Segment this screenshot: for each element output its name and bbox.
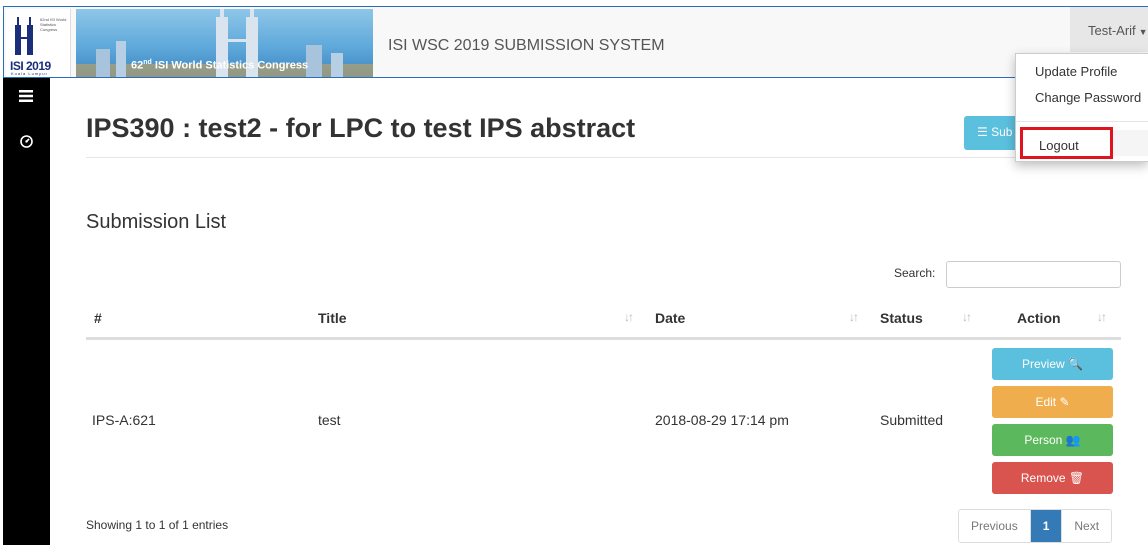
sort-icon[interactable]: ↓↑ bbox=[624, 310, 634, 324]
user-menu-toggle[interactable]: Test-Arif ▼ bbox=[1070, 7, 1148, 52]
dropdown-hover-bg bbox=[1113, 130, 1148, 156]
sort-icon[interactable]: ↓↑ bbox=[1097, 310, 1107, 324]
remove-button-label: Remove bbox=[1020, 471, 1066, 485]
logo-subtext: Kuala Lumpur bbox=[11, 71, 48, 76]
app-title: ISI WSC 2019 SUBMISSION SYSTEM bbox=[388, 37, 665, 54]
person-button[interactable]: Person 👥 bbox=[992, 424, 1113, 456]
preview-button[interactable]: Preview 🔍 bbox=[992, 348, 1113, 380]
cell-title: test bbox=[318, 412, 341, 428]
person-button-label: Person bbox=[1024, 433, 1063, 447]
pagination-page-1[interactable]: 1 bbox=[1030, 510, 1063, 542]
remove-button[interactable]: Remove 🗑 bbox=[992, 462, 1113, 494]
list-icon: ☰ bbox=[977, 125, 988, 139]
sidebar bbox=[3, 78, 50, 545]
column-header-number[interactable]: # bbox=[94, 310, 102, 326]
edit-icon: ✎ bbox=[1059, 395, 1070, 409]
preview-button-label: Preview bbox=[1022, 357, 1065, 371]
column-header-date[interactable]: Date bbox=[655, 310, 685, 326]
sort-icon[interactable]: ↓↑ bbox=[849, 310, 859, 324]
table-info: Showing 1 to 1 of 1 entries bbox=[86, 518, 229, 532]
cell-id: IPS-A:621 bbox=[92, 412, 156, 428]
app-root: 62nd ISI World Statistics Congress ISI 2… bbox=[0, 0, 1148, 545]
pagination: Previous 1 Next bbox=[958, 509, 1113, 543]
update-profile-link[interactable]: Update Profile bbox=[1035, 64, 1117, 79]
cell-status: Submitted bbox=[880, 412, 944, 428]
column-header-title[interactable]: Title bbox=[318, 310, 347, 326]
trash-icon: 🗑 bbox=[1068, 471, 1085, 485]
user-dropdown-menu: Update Profile Change Password Logout bbox=[1015, 53, 1148, 162]
edit-button-label: Edit bbox=[1035, 395, 1057, 409]
banner-caption: 62nd ISI World Statistics Congress bbox=[131, 59, 309, 72]
search-label: Search: bbox=[894, 266, 936, 280]
page-title: IPS390 : test2 - for LPC to test IPS abs… bbox=[86, 113, 636, 143]
table-header-divider bbox=[86, 337, 1121, 340]
column-header-action[interactable]: Action bbox=[1017, 310, 1061, 326]
section-title: Submission List bbox=[86, 211, 227, 233]
towers-logo-icon bbox=[15, 17, 33, 55]
magnifier-icon: 🔍 bbox=[1068, 357, 1083, 371]
chevron-down-icon: ▼ bbox=[1138, 27, 1148, 37]
title-divider bbox=[86, 157, 1148, 158]
submission-button-label: Sub bbox=[991, 125, 1013, 139]
dashboard-icon[interactable] bbox=[20, 135, 33, 148]
edit-button[interactable]: Edit ✎ bbox=[992, 386, 1113, 418]
logo-tiny-text: 62nd ISI World Statistics Congress bbox=[40, 17, 67, 32]
dropdown-divider bbox=[1016, 121, 1148, 122]
congress-banner: 62nd ISI World Statistics Congress bbox=[76, 9, 373, 77]
user-name: Test-Arif bbox=[1088, 23, 1136, 38]
column-header-status[interactable]: Status bbox=[880, 310, 923, 326]
logout-link[interactable]: Logout bbox=[1020, 127, 1113, 159]
search-input[interactable] bbox=[946, 261, 1121, 288]
sort-icon[interactable]: ↓↑ bbox=[962, 310, 972, 324]
change-password-link[interactable]: Change Password bbox=[1035, 90, 1141, 105]
cell-date: 2018-08-29 17:14 pm bbox=[655, 412, 789, 428]
pagination-next[interactable]: Next bbox=[1062, 510, 1112, 542]
isi-logo[interactable]: 62nd ISI World Statistics Congress ISI 2… bbox=[6, 9, 71, 77]
pagination-previous[interactable]: Previous bbox=[959, 510, 1031, 542]
menu-icon[interactable] bbox=[19, 90, 33, 102]
top-header: 62nd ISI World Statistics Congress ISI 2… bbox=[3, 6, 1148, 78]
users-icon: 👥 bbox=[1065, 433, 1081, 447]
